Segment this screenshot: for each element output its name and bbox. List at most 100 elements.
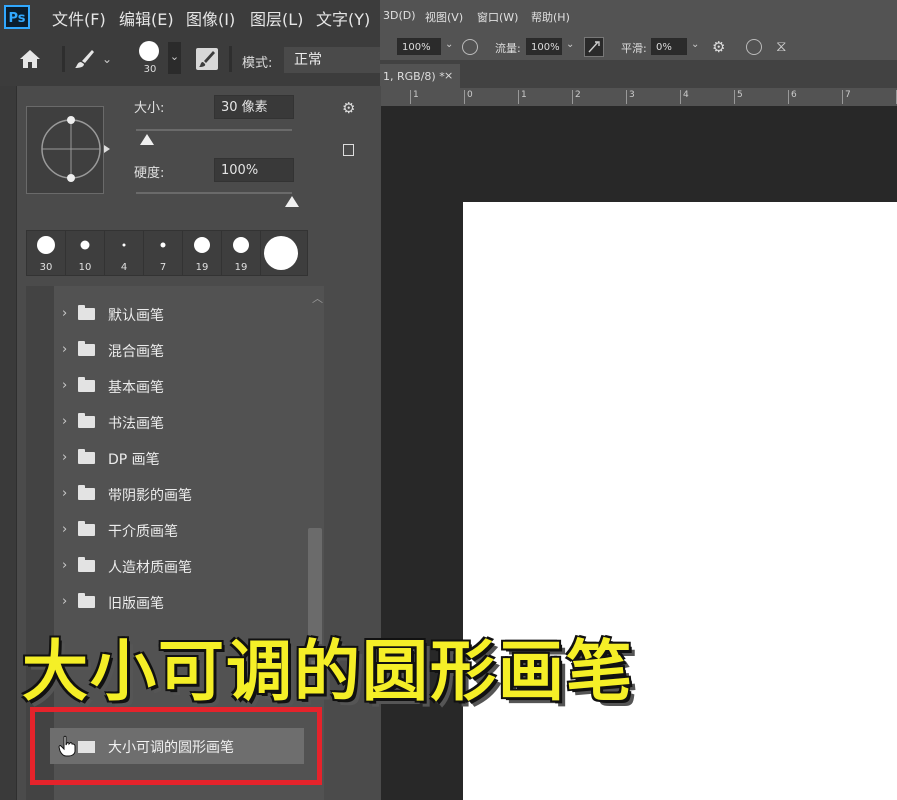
folder-icon xyxy=(78,485,95,500)
folder-item[interactable]: › 干介质画笔 xyxy=(58,516,298,544)
folder-label: 带阴影的画笔 xyxy=(108,488,192,504)
preset-brush[interactable]: 4 xyxy=(105,231,144,275)
scroll-up-icon[interactable]: ︿ xyxy=(312,290,323,306)
menu-image[interactable]: 图像(I) xyxy=(186,6,235,30)
chevron-right-icon[interactable]: › xyxy=(62,414,67,429)
preset-brush[interactable]: 19 xyxy=(222,231,261,275)
menu-layer[interactable]: 图层(L) xyxy=(250,6,303,30)
photoshop-logo[interactable]: Ps xyxy=(4,5,30,29)
chevron-right-icon[interactable]: › xyxy=(62,594,67,609)
ruler-tick-label: 5 xyxy=(734,90,743,104)
home-icon[interactable] xyxy=(18,48,42,70)
folder-item[interactable]: › 旧版画笔 xyxy=(58,588,298,616)
mode-select[interactable]: 正常 xyxy=(284,47,380,73)
folder-label: 旧版画笔 xyxy=(108,596,164,612)
menu-window[interactable]: 窗口(W) xyxy=(477,9,518,25)
preset-size-label: 10 xyxy=(78,262,92,273)
folder-icon xyxy=(78,377,95,392)
recent-brushes-row: 30 10 4 7 19 19 xyxy=(26,230,308,276)
preset-brush[interactable]: 10 xyxy=(66,231,105,275)
chevron-right-icon[interactable]: › xyxy=(62,558,67,573)
preset-size-label: 19 xyxy=(234,262,248,273)
chevron-right-icon[interactable]: › xyxy=(62,378,67,393)
chevron-right-icon[interactable]: › xyxy=(62,450,67,465)
preset-size-label: 7 xyxy=(159,262,167,273)
divider xyxy=(229,46,232,72)
chevron-down-icon[interactable]: ⌄ xyxy=(102,52,112,66)
size-field[interactable]: 30 像素 xyxy=(214,95,294,119)
opacity-field[interactable]: 100% xyxy=(397,38,441,55)
hardness-label: 硬度: xyxy=(134,166,165,181)
hardness-slider-track[interactable] xyxy=(136,192,292,194)
folder-icon xyxy=(78,449,95,464)
hardness-field[interactable]: 100% xyxy=(214,158,294,182)
preset-brush[interactable] xyxy=(261,231,300,275)
tools-panel xyxy=(0,86,16,800)
chevron-right-icon[interactable]: › xyxy=(62,486,67,501)
document-tab-close-icon[interactable]: × xyxy=(444,69,453,82)
folder-item[interactable]: › DP 画笔 xyxy=(58,444,298,472)
hardness-slider-thumb[interactable] xyxy=(285,196,299,207)
preset-brush[interactable]: 7 xyxy=(144,231,183,275)
menu-3d[interactable]: 3D(D) xyxy=(383,9,416,22)
chevron-right-icon[interactable]: › xyxy=(62,522,67,537)
folder-item[interactable]: › 基本画笔 xyxy=(58,372,298,400)
menu-edit[interactable]: 编辑(E) xyxy=(119,6,174,30)
caret-right-icon xyxy=(104,145,110,153)
ruler-tick-label: 7 xyxy=(842,90,851,104)
brush-settings-panel-icon[interactable] xyxy=(196,48,218,70)
brush-picker-chevron-icon[interactable]: ⌄ xyxy=(168,42,181,74)
document-tab-title: 1, RGB/8) * xyxy=(383,70,445,83)
symmetry-butterfly-icon[interactable]: ⧖ xyxy=(776,37,787,55)
folder-icon xyxy=(78,593,95,608)
opacity-chevron-icon[interactable]: ⌄ xyxy=(445,39,453,50)
ruler-tick-label: 2 xyxy=(572,90,581,104)
size-slider-track[interactable] xyxy=(136,129,292,131)
mode-label: 模式: xyxy=(242,56,273,71)
flow-field[interactable]: 100% xyxy=(526,38,562,55)
smoothing-chevron-icon[interactable]: ⌄ xyxy=(691,39,699,50)
folder-label: 混合画笔 xyxy=(108,344,164,360)
folder-item[interactable]: › 混合画笔 xyxy=(58,336,298,364)
gear-menu-icon[interactable]: ⚙ xyxy=(342,99,355,117)
brush-preview-icon[interactable] xyxy=(139,41,159,61)
divider xyxy=(62,46,65,72)
folder-item[interactable]: › 人造材质画笔 xyxy=(58,552,298,580)
size-label: 大小: xyxy=(134,101,165,116)
pressure-size-icon[interactable] xyxy=(746,39,762,55)
preset-brush[interactable]: 30 xyxy=(27,231,66,275)
folder-item[interactable]: › 书法画笔 xyxy=(58,408,298,436)
folder-item[interactable]: › 带阴影的画笔 xyxy=(58,480,298,508)
folder-label: 书法画笔 xyxy=(108,416,164,432)
chevron-right-icon[interactable]: › xyxy=(62,342,67,357)
folder-icon xyxy=(78,341,95,356)
ruler-tick-label: 1 xyxy=(410,90,419,104)
brush-angle-preview[interactable] xyxy=(26,106,104,194)
flow-chevron-icon[interactable]: ⌄ xyxy=(566,39,574,50)
chevron-right-icon[interactable]: › xyxy=(62,306,67,321)
airbrush-icon[interactable] xyxy=(584,37,604,57)
brush-tool-icon[interactable] xyxy=(72,47,96,71)
folder-label: 基本画笔 xyxy=(108,380,164,396)
pressure-opacity-icon[interactable] xyxy=(462,39,478,55)
folder-label: DP 画笔 xyxy=(108,452,160,468)
preset-brush[interactable]: 19 xyxy=(183,231,222,275)
menu-view[interactable]: 视图(V) xyxy=(425,9,463,25)
smoothing-field[interactable]: 0% xyxy=(651,38,687,55)
brush-size-readout: 30 xyxy=(143,64,157,75)
size-slider-thumb[interactable] xyxy=(139,134,154,145)
folder-item[interactable]: › 默认画笔 xyxy=(58,300,298,328)
ruler-tick-label: 3 xyxy=(626,90,635,104)
menu-file[interactable]: 文件(F) xyxy=(52,6,106,30)
preset-size-label: 19 xyxy=(195,262,209,273)
menu-help[interactable]: 帮助(H) xyxy=(531,9,570,25)
gear-icon[interactable]: ⚙ xyxy=(712,38,725,56)
folder-label: 默认画笔 xyxy=(108,308,164,324)
preset-size-label: 30 xyxy=(39,262,53,273)
highlight-box xyxy=(30,707,322,785)
ruler-tick-label: 4 xyxy=(680,90,689,104)
menu-type[interactable]: 文字(Y) xyxy=(316,6,370,30)
ruler-tick-label: 0 xyxy=(464,90,473,104)
new-preset-icon[interactable] xyxy=(343,144,354,156)
preset-size-label: 4 xyxy=(120,262,128,273)
